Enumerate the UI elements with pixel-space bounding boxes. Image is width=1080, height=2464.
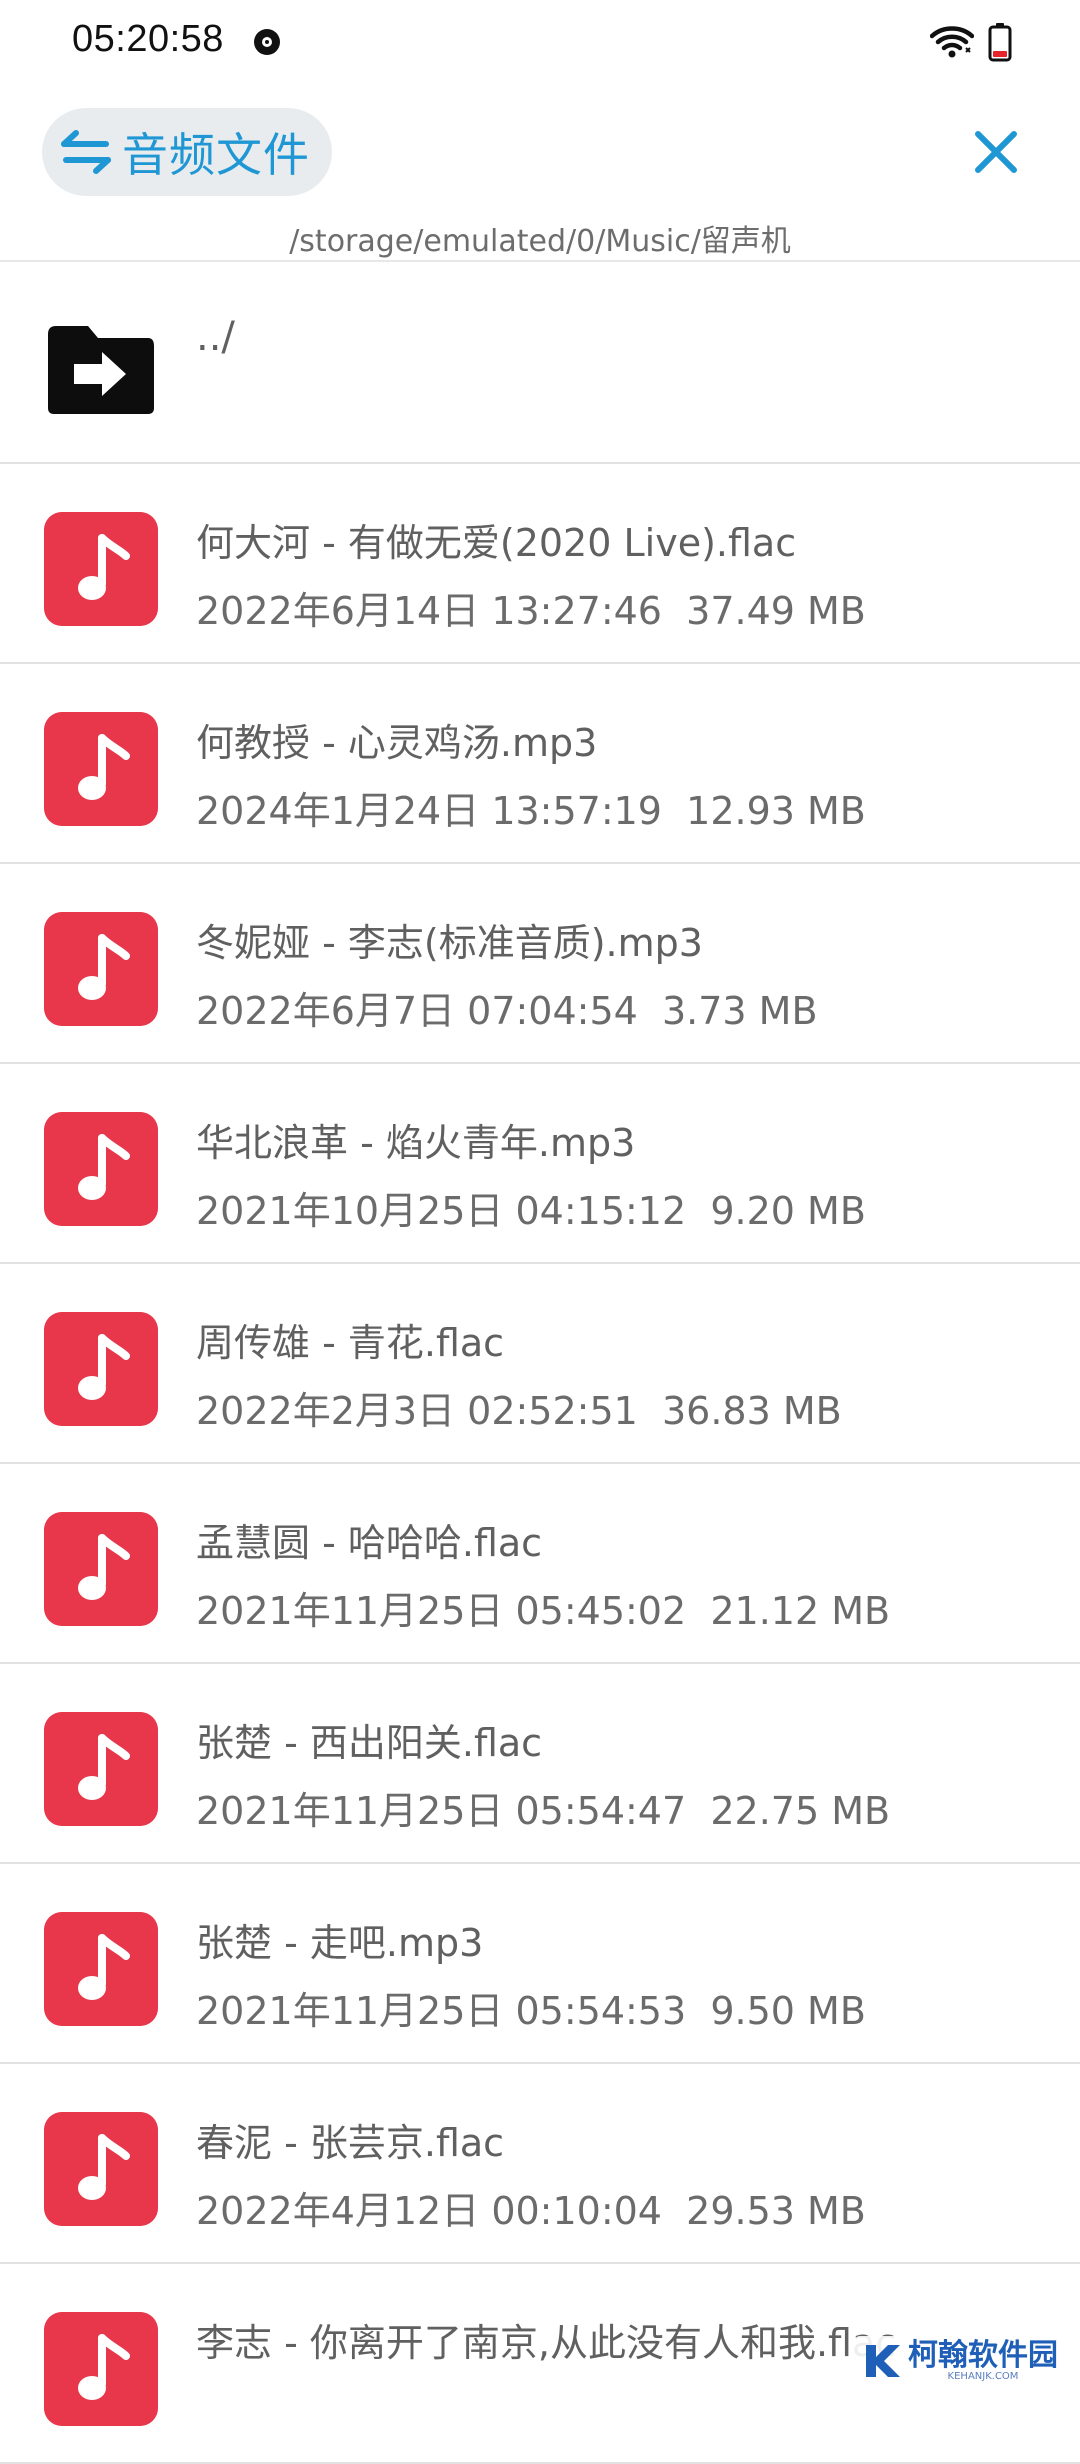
file-item[interactable]: 冬妮娅 - 李志(标准音质).mp3 2022年6月7日 07:04:54 3.7… — [0, 864, 1080, 1064]
file-size: 21.12 MB — [710, 1589, 891, 1633]
file-size: 12.93 MB — [686, 789, 866, 833]
parent-directory-label: ../ — [196, 314, 235, 360]
file-name: 春泥 - 张芸京.flac — [196, 2121, 505, 2165]
file-size: 29.53 MB — [686, 2189, 866, 2233]
file-name: 何教授 - 心灵鸡汤.mp3 — [196, 721, 598, 765]
file-name: 孟慧圆 - 哈哈哈.flac — [196, 1521, 543, 1565]
file-date: 2021年11月25日 05:45:02 — [196, 1589, 687, 1633]
file-date: 2022年6月7日 07:04:54 — [196, 989, 638, 1033]
file-date: 2022年6月14日 13:27:46 — [196, 589, 662, 633]
file-name: 华北浪革 - 焰火青年.mp3 — [196, 1121, 636, 1165]
file-date: 2022年4月12日 00:10:04 — [196, 2189, 662, 2233]
file-meta: 2022年6月14日 13:27:46 37.49 MB — [196, 580, 866, 635]
music-note-icon — [44, 912, 158, 1026]
file-list: ../ 何大河 - 有做无爱(2020 Live).flac 2022年6月14日… — [0, 260, 1080, 2464]
file-name: 张楚 - 走吧.mp3 — [196, 1921, 484, 1965]
file-meta: 2022年2月3日 02:52:51 36.83 MB — [196, 1380, 842, 1435]
file-name: 何大河 - 有做无爱(2020 Live).flac — [196, 521, 797, 565]
file-size: 22.75 MB — [710, 1789, 891, 1833]
music-note-icon — [44, 712, 158, 826]
music-note-icon — [44, 1712, 158, 1826]
file-size: 36.83 MB — [661, 1389, 842, 1433]
media-record-icon — [254, 29, 280, 55]
wifi-icon — [930, 26, 974, 58]
file-date: 2021年11月25日 05:54:47 — [196, 1789, 687, 1833]
file-size: 37.49 MB — [686, 589, 866, 633]
music-note-icon — [44, 1912, 158, 2026]
file-type-label: 音频文件 — [122, 128, 310, 182]
battery-low-icon — [988, 23, 1012, 62]
header-bar: 音频文件 — [0, 104, 1080, 204]
file-type-chip[interactable]: 音频文件 — [42, 108, 332, 196]
file-name: 张楚 - 西出阳关.flac — [196, 1721, 543, 1765]
music-note-icon — [44, 2312, 158, 2426]
folder-enter-icon — [44, 314, 158, 428]
file-meta: 2022年4月12日 00:10:04 29.53 MB — [196, 2180, 866, 2235]
file-item[interactable]: 周传雄 - 青花.flac 2022年2月3日 02:52:51 36.83 MB — [0, 1264, 1080, 1464]
music-note-icon — [44, 1512, 158, 1626]
file-item[interactable]: 张楚 - 西出阳关.flac 2021年11月25日 05:54:47 22.75… — [0, 1664, 1080, 1864]
file-item[interactable]: 春泥 - 张芸京.flac 2022年4月12日 00:10:04 29.53 M… — [0, 2064, 1080, 2264]
file-meta: 2021年11月25日 05:54:47 22.75 MB — [196, 1780, 890, 1835]
parent-directory-item[interactable]: ../ — [0, 262, 1080, 464]
music-note-icon — [44, 1112, 158, 1226]
file-meta: 2021年10月25日 04:15:12 9.20 MB — [196, 1180, 866, 1235]
file-item[interactable]: 孟慧圆 - 哈哈哈.flac 2021年11月25日 05:45:02 21.12… — [0, 1464, 1080, 1664]
file-meta: 2024年1月24日 13:57:19 12.93 MB — [196, 780, 866, 835]
file-size: 3.73 MB — [661, 989, 818, 1033]
file-date: 2021年10月25日 04:15:12 — [196, 1189, 687, 1233]
status-time: 05:20:58 — [72, 18, 224, 60]
file-item[interactable]: 何大河 - 有做无爱(2020 Live).flac 2022年6月14日 13:… — [0, 464, 1080, 664]
close-icon[interactable] — [964, 120, 1028, 184]
watermark-text: 柯翰软件园 — [908, 2338, 1058, 2373]
file-name: 周传雄 - 青花.flac — [196, 1321, 505, 1365]
file-size: 9.20 MB — [710, 1189, 866, 1233]
music-note-icon — [44, 1312, 158, 1426]
file-item[interactable]: 华北浪革 - 焰火青年.mp3 2021年10月25日 04:15:12 9.20… — [0, 1064, 1080, 1264]
file-item[interactable]: 张楚 - 走吧.mp3 2021年11月25日 05:54:53 9.50 MB — [0, 1864, 1080, 2064]
swap-arrows-icon — [61, 130, 111, 174]
file-date: 2024年1月24日 13:57:19 — [196, 789, 662, 833]
music-note-icon — [44, 512, 158, 626]
file-meta — [196, 2380, 220, 2424]
file-meta: 2021年11月25日 05:54:53 9.50 MB — [196, 1980, 866, 2035]
status-icons — [930, 22, 1012, 62]
file-item[interactable]: 何教授 - 心灵鸡汤.mp3 2024年1月24日 13:57:19 12.93 … — [0, 664, 1080, 864]
file-name: 李志 - 你离开了南京,从此没有人和我.flac — [196, 2321, 897, 2365]
music-note-icon — [44, 2112, 158, 2226]
file-date: 2022年2月3日 02:52:51 — [196, 1389, 638, 1433]
current-path: /storage/emulated/0/Music/留声机 — [289, 224, 791, 259]
status-bar: 05:20:58 — [0, 0, 1080, 84]
site-watermark: 柯翰软件园 KEHANJK.COM — [854, 2336, 1068, 2386]
file-date: 2021年11月25日 05:54:53 — [196, 1989, 687, 2033]
file-size: 9.50 MB — [710, 1989, 866, 2033]
file-name: 冬妮娅 - 李志(标准音质).mp3 — [196, 921, 703, 965]
file-meta: 2021年11月25日 05:45:02 21.12 MB — [196, 1580, 890, 1635]
watermark-sub: KEHANJK.COM — [947, 2371, 1019, 2382]
file-meta: 2022年6月7日 07:04:54 3.73 MB — [196, 980, 818, 1035]
k-logo-icon — [866, 2345, 900, 2377]
